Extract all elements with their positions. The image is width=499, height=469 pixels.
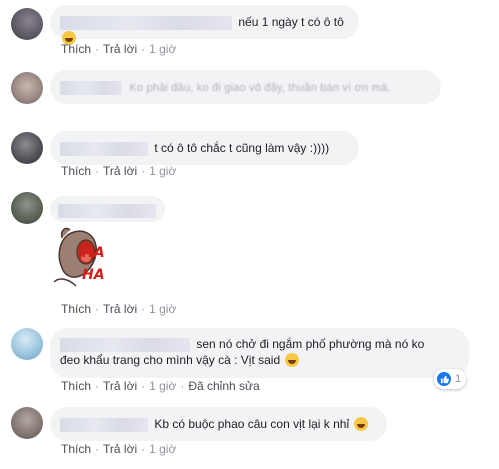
separator: · (141, 379, 146, 393)
reaction-count: 1 (455, 373, 462, 385)
edited-label[interactable]: Đã chỉnh sửa (188, 379, 259, 393)
comment-bubble: t có ô tô chắc t cũng làm vậy :)))) (50, 131, 359, 165)
comment-bubble: Kb có buộc phao câu con vịt lại k nhỉ (50, 407, 387, 441)
separator: · (95, 442, 100, 456)
comment-actions: Thích · Trả lời · 1 giờ (61, 442, 176, 456)
haha-sticker[interactable]: HA HA (50, 224, 130, 294)
separator: · (95, 42, 100, 56)
comment-text-line1: sen nó chở đi ngắm phố phường mà nó ko (196, 337, 425, 351)
comment-text: t có ô tô chắc t cũng làm vậy :)))) (154, 141, 330, 155)
separator: · (141, 42, 146, 56)
like-link[interactable]: Thích (61, 302, 91, 316)
like-link[interactable]: Thích (61, 42, 91, 56)
reply-link[interactable]: Trả lời (103, 379, 137, 393)
separator: · (141, 442, 146, 456)
comment-actions: Thích · Trả lời · 1 giờ (61, 164, 176, 178)
commenter-name[interactable] (60, 417, 148, 432)
timestamp[interactable]: 1 giờ (149, 302, 176, 316)
comment-text-line2: đeo khẩu trang cho mình vậy cà : Vịt sai… (60, 353, 281, 367)
commenter-name[interactable] (60, 80, 122, 95)
separator: · (141, 302, 146, 316)
like-link[interactable]: Thích (61, 442, 91, 456)
timestamp[interactable]: 1 giờ (149, 42, 176, 56)
avatar[interactable] (11, 328, 43, 360)
avatar[interactable] (11, 8, 43, 40)
avatar[interactable] (11, 407, 43, 439)
comment-text: Kb có buộc phao câu con vịt lại k nhỉ (154, 417, 350, 431)
grinning-emoji-icon (285, 353, 300, 367)
separator: · (95, 379, 100, 393)
avatar[interactable] (11, 132, 43, 164)
sticker-text: HA HA (82, 245, 105, 283)
like-icon (437, 372, 451, 386)
comment-bubble: Ko phải đâu, ko đi giao vô đây, thuần bá… (50, 70, 441, 104)
comment-text: Ko phải đâu, ko đi giao vô đây, thuần bá… (129, 82, 391, 94)
comment-actions: Thích · Trả lời · 1 giờ (61, 302, 176, 316)
like-link[interactable]: Thích (61, 379, 91, 393)
timestamp[interactable]: 1 giờ (149, 379, 176, 393)
commenter-name[interactable] (60, 15, 232, 30)
timestamp[interactable]: 1 giờ (149, 164, 176, 178)
reaction-count-badge[interactable]: 1 (434, 369, 467, 389)
separator: · (180, 379, 185, 393)
thinking-emoji-icon (354, 417, 369, 431)
comment-actions: Thích · Trả lời · 1 giờ · Đã chỉnh sửa (61, 379, 260, 393)
commenter-name[interactable] (60, 337, 190, 352)
comment-bubble: sen nó chở đi ngắm phố phường mà nó ko đ… (50, 328, 469, 378)
separator: · (95, 302, 100, 316)
commenter-name[interactable] (58, 203, 156, 218)
avatar[interactable] (11, 72, 43, 104)
comment-bubble: nếu 1 ngày t có ô tô (50, 5, 359, 45)
reply-link[interactable]: Trả lời (103, 164, 137, 178)
separator: · (141, 164, 146, 178)
commenter-name[interactable] (60, 141, 148, 156)
comment-text: nếu 1 ngày t có ô tô (238, 15, 344, 29)
reply-link[interactable]: Trả lời (103, 442, 137, 456)
reply-link[interactable]: Trả lời (103, 302, 137, 316)
commenter-name-bubble (50, 196, 165, 222)
separator: · (95, 164, 100, 178)
like-link[interactable]: Thích (61, 164, 91, 178)
timestamp[interactable]: 1 giờ (149, 442, 176, 456)
avatar[interactable] (11, 192, 43, 224)
reply-link[interactable]: Trả lời (103, 42, 137, 56)
comment-actions: Thích · Trả lời · 1 giờ (61, 42, 176, 56)
